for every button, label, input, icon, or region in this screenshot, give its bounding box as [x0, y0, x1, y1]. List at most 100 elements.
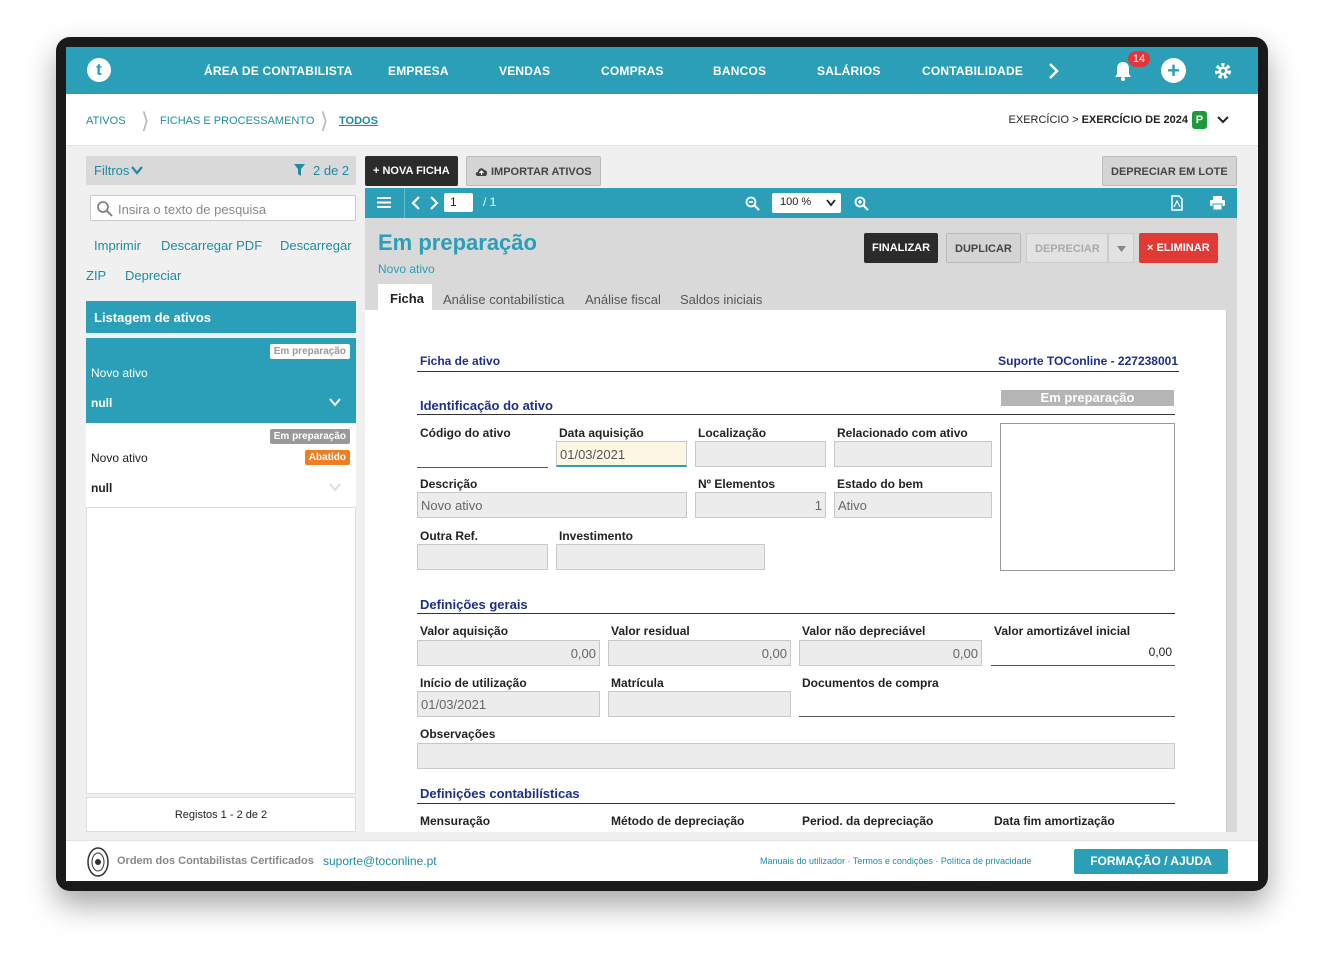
list-item[interactable]: Em preparação Abatido Novo ativo null — [86, 423, 356, 508]
filters-bar[interactable]: Filtros 2 de 2 — [86, 156, 356, 185]
estado-input[interactable]: Ativo — [834, 492, 992, 518]
nav-bancos[interactable]: BANCOS — [713, 64, 766, 78]
caret-down-icon — [1117, 246, 1126, 252]
occ-seal-icon — [87, 847, 109, 877]
nav-vendas[interactable]: VENDAS — [499, 64, 550, 78]
section-identificacao: Identificação do ativo — [420, 398, 553, 413]
zoom-value: 100 % — [780, 196, 812, 208]
tab-analise-fiscal[interactable]: Análise fiscal — [585, 292, 661, 307]
print-link[interactable]: Imprimir — [94, 238, 141, 253]
footer-legal-links[interactable]: Manuais do utilizador · Termos e condiçõ… — [760, 856, 1031, 866]
menu-icon[interactable] — [377, 196, 391, 209]
valor-amortizavel-input[interactable]: 0,00 — [991, 640, 1175, 666]
data-fim-amortizacao-label: Data fim amortização — [994, 814, 1115, 828]
data-aquisicao-label: Data aquisição — [559, 426, 644, 440]
relacionado-input[interactable] — [834, 441, 992, 467]
duplicate-button[interactable]: DUPLICAR — [946, 233, 1021, 263]
download-pdf-link[interactable]: Descarregar PDF — [161, 238, 262, 253]
outra-ref-label: Outra Ref. — [420, 529, 479, 543]
valor-aquisicao-input[interactable]: 0,00 — [417, 640, 600, 666]
document-subtitle: Novo ativo — [378, 262, 435, 276]
chevron-down-icon[interactable] — [1216, 115, 1230, 125]
inicio-utilizacao-input[interactable]: 01/03/2021 — [417, 691, 600, 717]
chevron-down-icon — [826, 199, 836, 207]
depreciate-button[interactable]: DEPRECIAR — [1026, 233, 1108, 263]
nav-contabilidade[interactable]: CONTABILIDADE — [922, 64, 1023, 78]
tab-saldos-iniciais[interactable]: Saldos iniciais — [680, 292, 762, 307]
matricula-input[interactable] — [608, 691, 791, 717]
descricao-label: Descrição — [420, 477, 478, 491]
footer: Ordem dos Contabilistas Certificados sup… — [66, 840, 1258, 881]
list-item-name: Novo ativo — [91, 366, 148, 380]
chevron-right-icon[interactable] — [1047, 62, 1061, 80]
nav-area-contabilista[interactable]: ÁREA DE CONTABILISTA — [204, 64, 352, 78]
notification-count-badge: 14 — [1128, 51, 1150, 67]
valor-nao-depreciavel-input[interactable]: 0,00 — [799, 640, 982, 666]
localizacao-input[interactable] — [695, 441, 826, 467]
help-button[interactable]: FORMAÇÃO / AJUDA — [1074, 849, 1228, 874]
divider — [417, 371, 1179, 372]
documentos-compra-label: Documentos de compra — [802, 676, 939, 690]
tab-analise-contabilistica[interactable]: Análise contabilística — [443, 292, 564, 307]
finalize-button[interactable]: FINALIZAR — [864, 233, 939, 263]
section-definicoes-gerais: Definições gerais — [420, 597, 528, 612]
investimento-input[interactable] — [556, 544, 765, 570]
tab-ficha[interactable]: Ficha — [378, 284, 432, 310]
divider — [417, 803, 1175, 804]
form-header-title: Ficha de ativo — [420, 354, 501, 368]
print-icon[interactable] — [1210, 196, 1225, 210]
valor-residual-input[interactable]: 0,00 — [608, 640, 791, 666]
nav-salarios[interactable]: SALÁRIOS — [817, 64, 881, 78]
depreciate-dropdown[interactable] — [1108, 233, 1134, 263]
pdf-icon[interactable] — [1171, 195, 1183, 211]
new-asset-button[interactable]: + NOVA FICHA — [365, 156, 458, 186]
breadcrumb-todos[interactable]: TODOS — [339, 115, 378, 127]
breadcrumb-fichas[interactable]: FICHAS E PROCESSAMENTO — [160, 115, 314, 127]
chevron-down-icon[interactable] — [329, 398, 341, 407]
chevron-right-icon[interactable] — [429, 196, 439, 210]
chevron-down-icon[interactable] — [329, 483, 341, 492]
footer-org-name: Ordem dos Contabilistas Certificados — [117, 855, 314, 867]
app-screen: t ÁREA DE CONTABILISTA EMPRESA VENDAS CO… — [66, 47, 1258, 881]
page-number-input[interactable]: 1 — [444, 193, 473, 212]
nav-empresa[interactable]: EMPRESA — [388, 64, 449, 78]
download-zip-link-cont[interactable]: ZIP — [86, 268, 106, 283]
data-aquisicao-input[interactable]: 01/03/2021 — [556, 441, 687, 467]
nav-compras[interactable]: COMPRAS — [601, 64, 664, 78]
outra-ref-input[interactable] — [417, 544, 548, 570]
list-item[interactable]: Em preparação Novo ativo null — [86, 338, 356, 423]
batch-depreciate-button[interactable]: DEPRECIAR EM LOTE — [1102, 156, 1237, 186]
exercise-status-badge: P — [1191, 111, 1207, 129]
inicio-utilizacao-label: Início de utilização — [420, 676, 527, 690]
chevron-left-icon[interactable] — [411, 196, 421, 210]
descricao-input[interactable]: Novo ativo — [417, 492, 687, 518]
status-badge: Em preparação — [269, 429, 350, 444]
exercise-selector[interactable]: EXERCÍCIO > EXERCÍCIO DE 2024 P — [1009, 111, 1230, 129]
documentos-compra-input[interactable] — [799, 691, 1175, 717]
gear-icon[interactable] — [1213, 61, 1233, 81]
app-logo[interactable]: t — [87, 58, 111, 82]
search-input[interactable]: Insira o texto de pesquisa — [90, 195, 356, 221]
add-icon[interactable]: + — [1161, 58, 1186, 83]
exercise-value: EXERCÍCIO DE 2024 — [1081, 113, 1188, 126]
asset-image-placeholder[interactable] — [1000, 423, 1175, 571]
main-content: + NOVA FICHA IMPORTAR ATIVOS DEPRECIAR E… — [365, 146, 1258, 840]
n-elementos-input[interactable]: 1 — [695, 492, 826, 518]
zoom-in-icon[interactable] — [854, 196, 869, 211]
investimento-label: Investimento — [559, 529, 634, 543]
zoom-out-icon[interactable] — [745, 196, 760, 211]
codigo-input[interactable] — [417, 442, 548, 468]
top-navigation: t ÁREA DE CONTABILISTA EMPRESA VENDAS CO… — [66, 47, 1258, 94]
observacoes-input[interactable] — [417, 743, 1175, 769]
chevron-down-icon[interactable] — [131, 166, 143, 175]
localizacao-label: Localização — [698, 426, 767, 440]
breadcrumb-ativos[interactable]: ATIVOS — [86, 115, 126, 127]
estado-label: Estado do bem — [837, 477, 924, 491]
import-assets-button[interactable]: IMPORTAR ATIVOS — [466, 156, 601, 186]
delete-button[interactable]: × ELIMINAR — [1139, 233, 1218, 263]
depreciate-link[interactable]: Depreciar — [125, 268, 181, 283]
filters-label[interactable]: Filtros — [94, 163, 129, 178]
zoom-select[interactable]: 100 % — [772, 193, 841, 213]
download-zip-link[interactable]: Descarregar — [280, 238, 352, 253]
support-email-link[interactable]: suporte@toconline.pt — [323, 854, 437, 868]
